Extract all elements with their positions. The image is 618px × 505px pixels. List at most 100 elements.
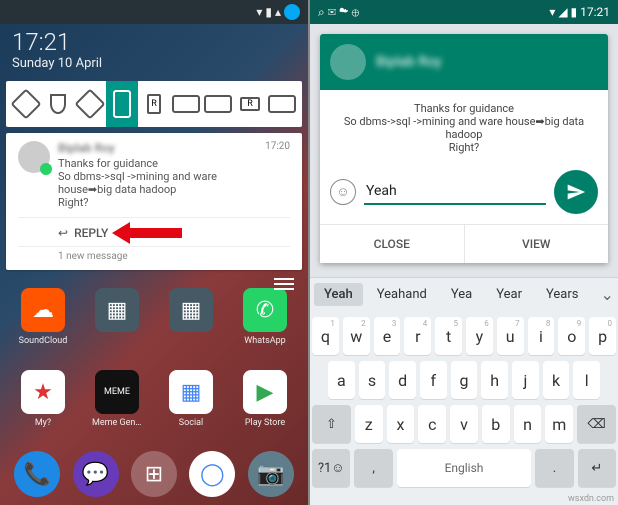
- key-u[interactable]: u7: [497, 317, 524, 355]
- view-button[interactable]: VIEW: [464, 225, 609, 263]
- sender-name: Biplab Roy: [58, 141, 257, 155]
- key-d[interactable]: d: [389, 361, 416, 399]
- close-button[interactable]: CLOSE: [320, 225, 464, 263]
- key-shift[interactable]: ⇧: [312, 405, 351, 443]
- statusbar-clock: 17:21: [580, 5, 610, 19]
- key-n[interactable]: n: [514, 405, 542, 443]
- qs-rotate-icon[interactable]: [74, 81, 106, 127]
- phone-left: ▾ ▮ ▴ 17:21 Sunday 10 April R R Biplab R…: [0, 0, 308, 505]
- popup-contact-name: Biplab Roy: [376, 54, 441, 70]
- key-s[interactable]: s: [359, 361, 386, 399]
- key-j[interactable]: j: [512, 361, 539, 399]
- qs-portrait-icon[interactable]: [106, 81, 138, 127]
- emoji-icon[interactable]: ☺: [330, 179, 356, 205]
- soft-keyboard: q1w2e3r4t5y6u7i8o9p0 asdfghjkl ⇧zxcvbnm⌫…: [310, 311, 618, 505]
- qs-r2-icon[interactable]: R: [234, 81, 266, 127]
- app-soundcloud[interactable]: ☁SoundCloud: [18, 288, 68, 346]
- key-x[interactable]: x: [387, 405, 415, 443]
- key-period[interactable]: .: [535, 449, 573, 487]
- key-q[interactable]: q1: [312, 317, 339, 355]
- key-f[interactable]: f: [420, 361, 447, 399]
- qs-autorotate-icon[interactable]: [10, 81, 42, 127]
- key-c[interactable]: c: [418, 405, 446, 443]
- suggestion-4[interactable]: Year: [486, 283, 532, 306]
- key-comma[interactable]: ,: [354, 449, 392, 487]
- send-button[interactable]: [554, 170, 598, 214]
- dock-messages[interactable]: 💬: [73, 451, 119, 497]
- avatar-status-icon: [284, 4, 300, 20]
- key-enter[interactable]: ↵: [578, 449, 616, 487]
- notification-shade-clock: 17:21 Sunday 10 April: [0, 24, 308, 75]
- statusbar-signal-icon: ▾ ◢ ▮: [549, 5, 577, 19]
- qs-shield-icon[interactable]: [42, 81, 74, 127]
- key-z[interactable]: z: [355, 405, 383, 443]
- key-b[interactable]: b: [482, 405, 510, 443]
- app-playstore[interactable]: ▶Play Store: [240, 370, 290, 428]
- app-unknown-2[interactable]: ▦: [166, 288, 216, 346]
- reply-icon: ↩: [58, 226, 68, 240]
- dock-phone[interactable]: 📞: [14, 451, 60, 497]
- app-whatsapp[interactable]: ✆WhatsApp: [240, 288, 290, 346]
- key-v[interactable]: v: [450, 405, 478, 443]
- watermark: wsxdn.com: [568, 494, 614, 504]
- annotation-arrow-reply: [112, 218, 182, 248]
- suggestion-more-icon[interactable]: ⌄: [592, 285, 618, 304]
- key-a[interactable]: a: [328, 361, 355, 399]
- status-bar-left: ▾ ▮ ▴: [0, 0, 308, 24]
- quick-settings-row: R R: [6, 81, 302, 127]
- message-line-2: So dbms->sql ->mining and ware house➡big…: [58, 170, 257, 196]
- reply-input[interactable]: [364, 179, 546, 205]
- home-row-1: ☁SoundCloud ▦ ▦ ✆WhatsApp: [0, 270, 308, 352]
- app-my[interactable]: ★My?: [18, 370, 68, 428]
- key-g[interactable]: g: [451, 361, 478, 399]
- key-space[interactable]: English: [397, 449, 531, 487]
- dock-chrome[interactable]: ◯: [189, 451, 235, 497]
- whatsapp-badge-icon: [40, 163, 52, 175]
- qs-tablet-icon[interactable]: [202, 81, 234, 127]
- clock-date: Sunday 10 April: [12, 56, 296, 71]
- popup-message: Thanks for guidance So dbms->sql ->minin…: [320, 90, 608, 166]
- qs-monitor-icon[interactable]: [266, 81, 298, 127]
- key-symbols[interactable]: ?1☺: [312, 449, 350, 487]
- key-k[interactable]: k: [543, 361, 570, 399]
- suggestion-2[interactable]: Yeahand: [367, 283, 437, 306]
- whatsapp-reply-popup: Biplab Roy Thanks for guidance So dbms->…: [320, 34, 608, 263]
- phone-right: ⌕ ✉ ☁ ⊕ ▾ ◢ ▮ 17:21 Biplab Roy Thanks fo…: [310, 0, 618, 505]
- suggestion-5[interactable]: Years: [536, 283, 588, 306]
- dock-apps[interactable]: ⊞: [131, 451, 177, 497]
- key-r[interactable]: r4: [404, 317, 431, 355]
- key-p[interactable]: p0: [589, 317, 616, 355]
- key-w[interactable]: w2: [343, 317, 370, 355]
- home-row-2: ★My? MEMEMeme Generat ▦Social ▶Play Stor…: [0, 352, 308, 434]
- keyboard-suggestion-bar: Yeah Yeahand Yea Year Years ⌄: [310, 277, 618, 311]
- whatsapp-notification[interactable]: Biplab Roy Thanks for guidance So dbms->…: [6, 133, 302, 270]
- popup-avatar: [330, 44, 366, 80]
- wifi-icon: ▾ ▮ ▴: [256, 5, 281, 19]
- suggestion-3[interactable]: Yea: [441, 283, 482, 306]
- key-t[interactable]: t5: [435, 317, 462, 355]
- dock-camera[interactable]: 📷: [248, 451, 294, 497]
- message-line-1: Thanks for guidance: [58, 157, 257, 170]
- qs-r-icon[interactable]: R: [138, 81, 170, 127]
- app-meme[interactable]: MEMEMeme Generat: [92, 370, 142, 428]
- statusbar-whatsapp-icon: ⌕ ✉ ☁ ⊕: [318, 5, 359, 20]
- key-backspace[interactable]: ⌫: [577, 405, 616, 443]
- key-e[interactable]: e3: [374, 317, 401, 355]
- key-y[interactable]: y6: [466, 317, 493, 355]
- qs-landscape-icon[interactable]: [170, 81, 202, 127]
- notification-time: 17:20: [265, 141, 290, 209]
- key-o[interactable]: o9: [558, 317, 585, 355]
- app-social-folder[interactable]: ▦Social: [166, 370, 216, 428]
- suggestion-1[interactable]: Yeah: [314, 283, 363, 306]
- key-m[interactable]: m: [545, 405, 573, 443]
- key-i[interactable]: i8: [528, 317, 555, 355]
- clock-time: 17:21: [12, 28, 296, 56]
- footer-unread: 1 new message: [18, 246, 290, 262]
- key-h[interactable]: h: [481, 361, 508, 399]
- status-bar-right: ⌕ ✉ ☁ ⊕ ▾ ◢ ▮ 17:21: [310, 0, 618, 24]
- key-l[interactable]: l: [573, 361, 600, 399]
- sender-avatar: [18, 141, 50, 173]
- app-unknown-1[interactable]: ▦: [92, 288, 142, 346]
- dock: 📞 💬 ⊞ ◯ 📷: [0, 445, 308, 503]
- notification-handle-icon[interactable]: [274, 278, 294, 290]
